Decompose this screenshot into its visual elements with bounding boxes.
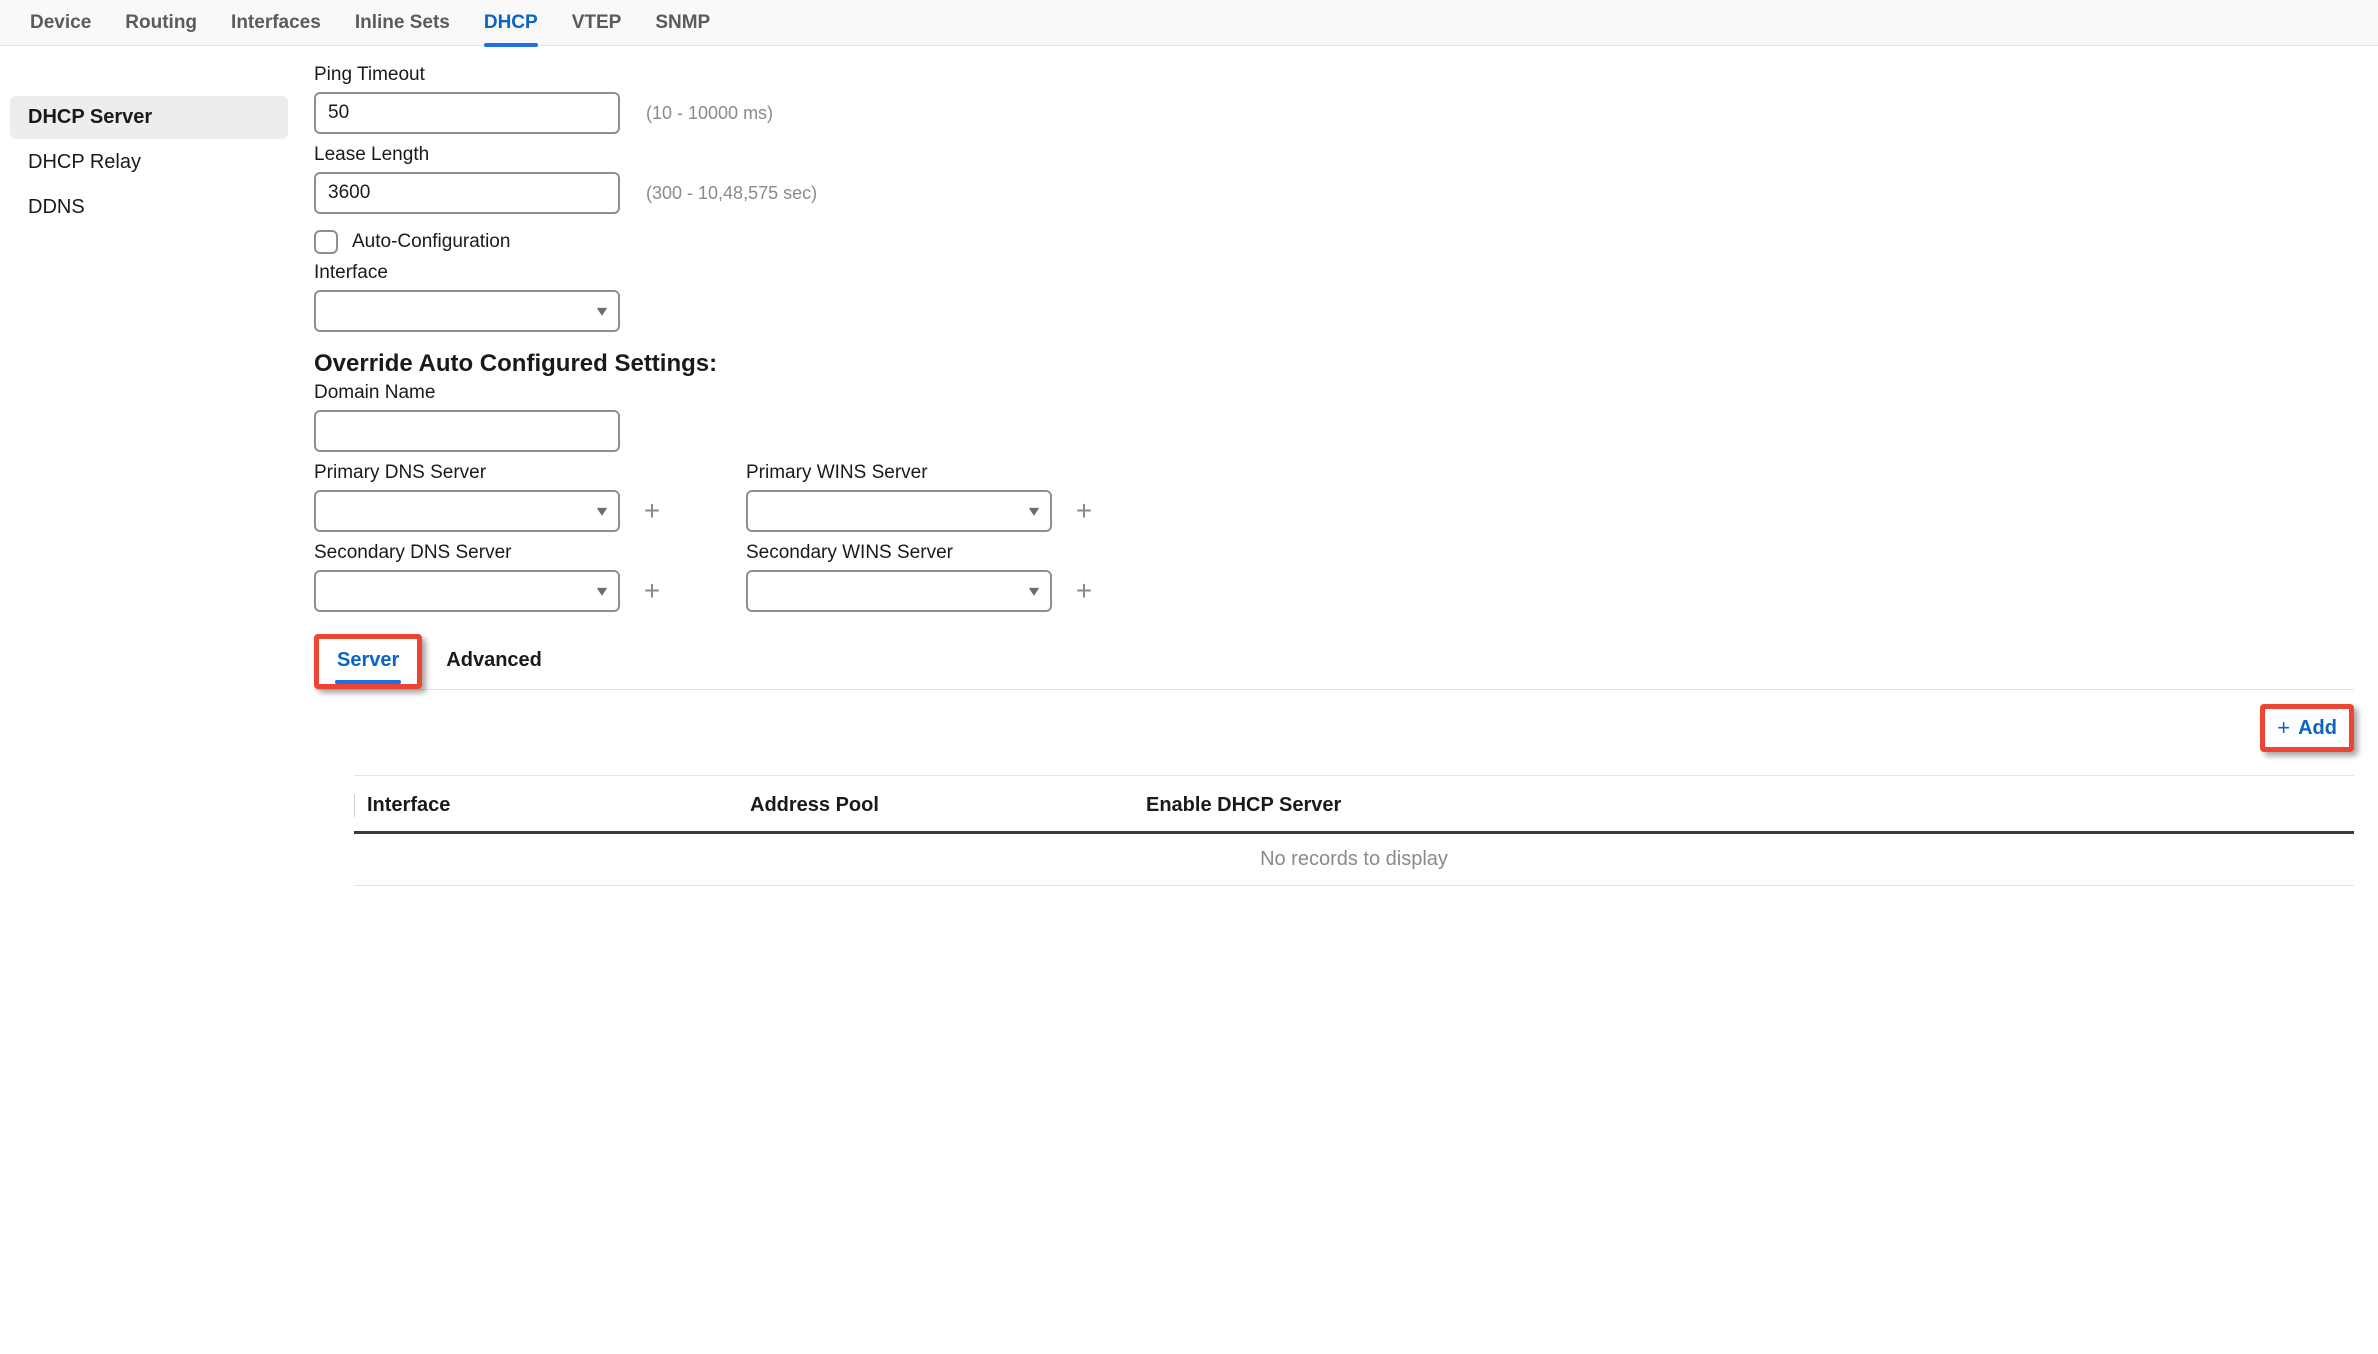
secondary-dns-select[interactable]: ▾ — [314, 570, 620, 612]
override-heading: Override Auto Configured Settings: — [314, 350, 2354, 378]
main-content: Ping Timeout (10 - 10000 ms) Lease Lengt… — [298, 46, 2378, 886]
primary-wins-add-icon[interactable]: + — [1070, 497, 1098, 525]
server-table: Interface Address Pool Enable DHCP Serve… — [354, 775, 2354, 886]
primary-wins-label: Primary WINS Server — [746, 462, 1098, 484]
secondary-wins-label: Secondary WINS Server — [746, 542, 1098, 564]
chevron-down-icon: ▾ — [1029, 581, 1039, 601]
auto-configuration-label: Auto-Configuration — [352, 231, 510, 253]
auto-configuration-checkbox[interactable] — [314, 230, 338, 254]
table-header-enable: Enable DHCP Server — [1146, 794, 2354, 817]
lease-length-input[interactable] — [314, 172, 620, 214]
ping-timeout-label: Ping Timeout — [314, 64, 2354, 86]
primary-dns-select[interactable]: ▾ — [314, 490, 620, 532]
sidebar-item-dhcp-server[interactable]: DHCP Server — [10, 96, 288, 139]
ping-timeout-input[interactable] — [314, 92, 620, 134]
tab-device[interactable]: Device — [30, 0, 91, 46]
interface-select[interactable]: ▾ — [314, 290, 620, 332]
domain-name-label: Domain Name — [314, 382, 2354, 404]
secondary-dns-add-icon[interactable]: + — [638, 577, 666, 605]
chevron-down-icon: ▾ — [597, 581, 607, 601]
add-button[interactable]: + Add — [2277, 715, 2337, 741]
sidebar-item-dhcp-relay[interactable]: DHCP Relay — [10, 141, 288, 184]
table-header-address-pool: Address Pool — [750, 794, 1146, 817]
interface-label: Interface — [314, 262, 2354, 284]
lease-length-label: Lease Length — [314, 144, 2354, 166]
plus-icon: + — [2277, 715, 2290, 741]
sub-tab-advanced[interactable]: Advanced — [442, 639, 546, 684]
highlight-add-button: + Add — [2260, 704, 2354, 752]
chevron-down-icon: ▾ — [597, 501, 607, 521]
secondary-wins-add-icon[interactable]: + — [1070, 577, 1098, 605]
secondary-wins-select[interactable]: ▾ — [746, 570, 1052, 612]
tab-dhcp[interactable]: DHCP — [484, 0, 538, 46]
domain-name-input[interactable] — [314, 410, 620, 452]
sub-tab-server[interactable]: Server — [333, 639, 403, 684]
tab-snmp[interactable]: SNMP — [655, 0, 710, 46]
tab-interfaces[interactable]: Interfaces — [231, 0, 321, 46]
top-tab-bar: Device Routing Interfaces Inline Sets DH… — [0, 0, 2378, 46]
add-button-label: Add — [2298, 717, 2337, 740]
primary-wins-select[interactable]: ▾ — [746, 490, 1052, 532]
table-header-interface: Interface — [354, 794, 750, 817]
tab-routing[interactable]: Routing — [125, 0, 197, 46]
chevron-down-icon: ▾ — [1029, 501, 1039, 521]
ping-timeout-hint: (10 - 10000 ms) — [646, 103, 773, 124]
lease-length-hint: (300 - 10,48,575 sec) — [646, 183, 817, 204]
highlight-server-tab: Server — [314, 634, 422, 689]
primary-dns-add-icon[interactable]: + — [638, 497, 666, 525]
sidebar-item-ddns[interactable]: DDNS — [10, 186, 288, 229]
secondary-dns-label: Secondary DNS Server — [314, 542, 666, 564]
sub-tab-bar: Server Advanced — [314, 634, 2354, 690]
table-empty-message: No records to display — [354, 834, 2354, 886]
primary-dns-label: Primary DNS Server — [314, 462, 666, 484]
tab-vtep[interactable]: VTEP — [572, 0, 622, 46]
sidebar: DHCP Server DHCP Relay DDNS — [0, 46, 298, 886]
chevron-down-icon: ▾ — [597, 301, 607, 321]
tab-inline-sets[interactable]: Inline Sets — [355, 0, 450, 46]
